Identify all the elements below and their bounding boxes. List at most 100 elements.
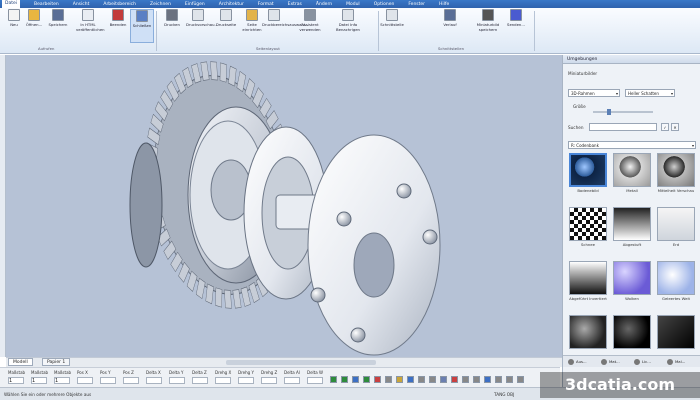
menu-item-modul[interactable]: Modul	[346, 2, 360, 7]
ribbon-button-print-preview[interactable]: Druckvorschau...	[186, 9, 219, 43]
snap-tool-icon[interactable]	[484, 376, 491, 383]
menu-item-zeichnen[interactable]: Zeichnen	[150, 2, 171, 7]
coord-input[interactable]	[284, 377, 300, 384]
ribbon-button-exit[interactable]: Beenden	[106, 9, 130, 43]
coord-input[interactable]: 1	[8, 377, 24, 384]
ribbon-button-print[interactable]: Drucken	[160, 9, 184, 43]
viewport-horizontal-scrollbar[interactable]	[6, 357, 562, 367]
tab-papier-1[interactable]: Papier 1	[42, 358, 71, 366]
shading-select[interactable]: Heller Schatten	[625, 89, 675, 97]
search-button[interactable]: ✓	[661, 123, 669, 131]
ribbon-button-export[interactable]: Verlauf	[438, 9, 462, 43]
snap-tool-icon[interactable]	[385, 376, 392, 383]
menu-item-hilfe[interactable]: Hilfe	[439, 2, 449, 7]
coord-input[interactable]	[169, 377, 185, 384]
snap-tool-icon[interactable]	[396, 376, 403, 383]
panel-footer-tab[interactable]: Lic...	[633, 358, 663, 366]
menu-item-einf-gen[interactable]: Einfügen	[185, 2, 205, 7]
coord-label: Maßstab	[8, 370, 26, 375]
material-swatch[interactable]: Abgeführt Invertiert	[568, 261, 608, 305]
material-swatch[interactable]	[568, 315, 608, 359]
snap-tool-icon[interactable]	[517, 376, 524, 383]
ribbon-button-page-layout[interactable]: Seite einrichten	[240, 9, 264, 43]
ribbon-button-page-setup[interactable]: Druckseite	[214, 9, 238, 43]
snap-tool-icon[interactable]	[440, 376, 447, 383]
menu-item-format[interactable]: Format	[258, 2, 274, 7]
coord-input[interactable]	[146, 377, 162, 384]
size-slider-knob[interactable]	[607, 109, 611, 115]
material-swatch[interactable]: Geleertes Weit	[656, 261, 696, 305]
tab-modell[interactable]: Modell	[8, 358, 33, 366]
panel-footer-tab[interactable]: Aus...	[567, 358, 597, 366]
size-slider[interactable]	[593, 109, 653, 115]
coord-input[interactable]	[215, 377, 231, 384]
material-swatch[interactable]	[656, 315, 696, 359]
gear-tooth	[215, 287, 223, 308]
panel-footer-tab[interactable]: Mat...	[600, 358, 630, 366]
snap-tool-icon[interactable]	[363, 376, 370, 383]
watermark: 3dcatia.com	[540, 372, 700, 398]
menu-item-bearbeiten[interactable]: Bearbeiten	[34, 2, 59, 7]
print-icon	[166, 9, 178, 21]
menu-item-ansicht[interactable]: Ansicht	[73, 2, 90, 7]
ribbon-button-close-document[interactable]: Schließen	[130, 9, 154, 43]
ribbon-button-publish-html[interactable]: In HTML veröffentlichen	[76, 9, 105, 43]
scrollbar-thumb[interactable]	[226, 360, 376, 365]
coord-input[interactable]: 1	[54, 377, 70, 384]
snap-tool-icon[interactable]	[374, 376, 381, 383]
category-select[interactable]: R: Codenbank	[568, 141, 696, 149]
coord-input[interactable]	[261, 377, 277, 384]
snap-tool-icon[interactable]	[341, 376, 348, 383]
material-swatch[interactable]: Wolken	[612, 261, 652, 305]
snap-tool-icon[interactable]	[473, 376, 480, 383]
panel-footer-tab[interactable]: Mal...	[666, 358, 696, 366]
frame-select[interactable]: 3D-Rahmen	[568, 89, 620, 97]
snap-tool-icon[interactable]	[451, 376, 458, 383]
ribbon-button-interface[interactable]: Schnittstelle	[380, 9, 404, 43]
material-swatch[interactable]: Abgestuft	[612, 207, 652, 251]
snap-tool-icon[interactable]	[495, 376, 502, 383]
snap-tool-icon[interactable]	[418, 376, 425, 383]
ribbon-button-more[interactable]: Miniaturbild speichern	[476, 9, 500, 43]
menu-item-architektur[interactable]: Architektur	[219, 2, 244, 7]
material-swatch[interactable]: Mittelheit Verschau	[656, 153, 696, 197]
coord-input[interactable]	[238, 377, 254, 384]
menu-item-datei[interactable]: Datei	[2, 0, 21, 8]
menu-item-arbeitsbereich[interactable]: Arbeitsbereich	[103, 2, 136, 7]
ribbon-button-label: Druckvorschau...	[186, 22, 219, 27]
ribbon-button-send[interactable]: Senden...	[504, 9, 528, 43]
snap-tool-icon[interactable]	[462, 376, 469, 383]
snap-tool-icon[interactable]	[330, 376, 337, 383]
menu-item-optionen[interactable]: Optionen	[374, 2, 395, 7]
coord-input[interactable]	[123, 377, 139, 384]
material-swatch[interactable]: Erd	[656, 207, 696, 251]
ribbon-button-save[interactable]: Speichern	[46, 9, 70, 43]
coord-input[interactable]	[77, 377, 93, 384]
snap-tool-icon[interactable]	[506, 376, 513, 383]
coord-input[interactable]	[307, 377, 323, 384]
snap-tool-icon[interactable]	[407, 376, 414, 383]
group-label-schnittstellen: Schnittstellen	[438, 46, 464, 51]
menu-item-fenster[interactable]: Fenster	[408, 2, 425, 7]
ribbon-button-print-area[interactable]: Druckbereichsauswahl...	[262, 9, 309, 43]
material-name: Mittelheit Verschau	[657, 188, 695, 193]
material-swatch[interactable]: Bodenebild	[568, 153, 608, 197]
search-clear-button[interactable]: ✕	[671, 123, 679, 131]
search-input[interactable]	[589, 123, 657, 131]
material-swatch[interactable]: Schnee	[568, 207, 608, 251]
3d-viewport[interactable]	[6, 55, 562, 357]
ribbon-button-file-info[interactable]: Datei Info Benachrigen	[336, 9, 360, 43]
coord-input[interactable]	[100, 377, 116, 384]
ribbon-button-open-folder[interactable]: Öffnen...	[22, 9, 46, 43]
coord-input[interactable]: 1	[31, 377, 47, 384]
sphere-icon	[568, 359, 574, 365]
coord-input[interactable]	[192, 377, 208, 384]
snap-tool-icon[interactable]	[429, 376, 436, 383]
material-swatch[interactable]	[612, 315, 652, 359]
snap-tool-icon[interactable]	[352, 376, 359, 383]
menu-item--ndern[interactable]: Ändern	[316, 2, 332, 7]
ribbon-button-wizard[interactable]: Assistent verwenden	[298, 9, 322, 43]
page-setup-icon	[220, 9, 232, 21]
menu-item-extras[interactable]: Extras	[288, 2, 302, 7]
material-swatch[interactable]: Metall	[612, 153, 652, 197]
